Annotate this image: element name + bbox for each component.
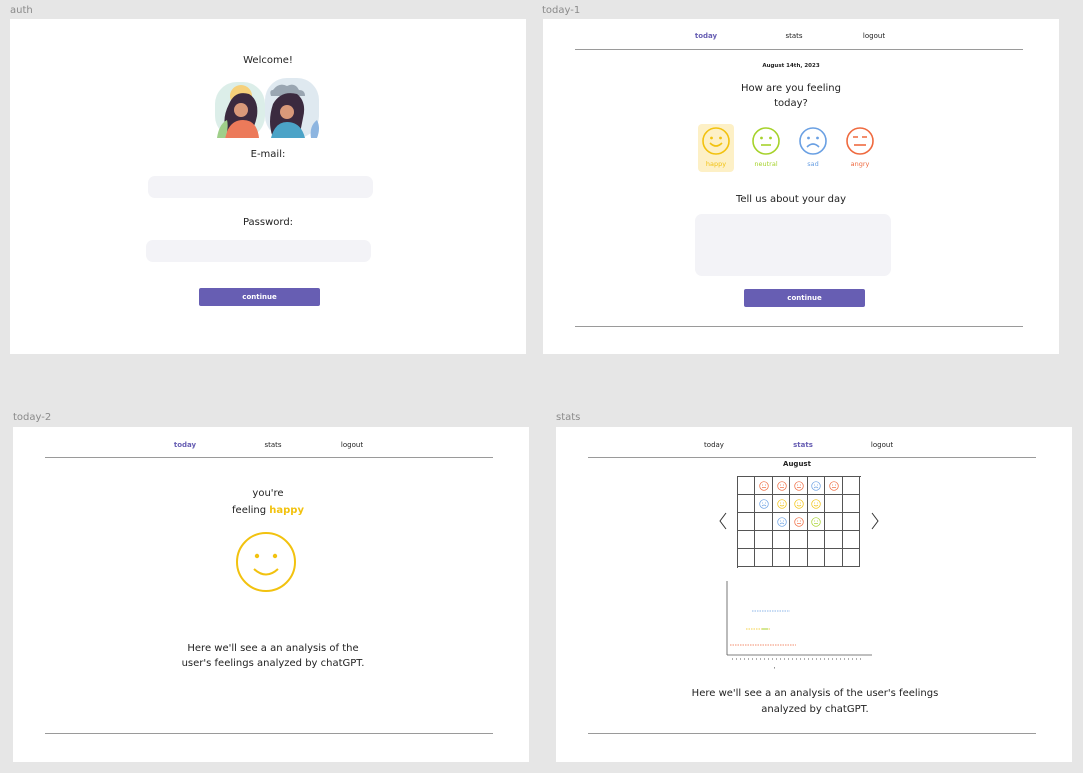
calendar-day-cell[interactable] [755,513,773,531]
email-input[interactable] [148,176,373,198]
sad-face-icon [811,481,822,491]
month-title: August [783,460,811,468]
angry-face-icon [776,481,787,491]
nav-logout[interactable]: logout [863,32,885,40]
happy-face-icon [794,499,804,509]
calendar-day-cell[interactable] [790,531,808,549]
calendar-day-cell[interactable] [772,549,791,567]
email-label: E-mail: [250,149,286,160]
feeling-mood: happy [269,505,304,516]
neutral-face-icon [752,127,780,155]
happy-face-icon [236,532,296,592]
nav-stats[interactable]: stats [793,441,813,449]
header-divider [45,457,493,458]
calendar-day-cell[interactable] [755,531,773,549]
mood-happy-option[interactable]: happy [698,124,734,172]
nav-today[interactable]: today [704,441,724,449]
footer-divider [575,326,1023,327]
sad-face-icon [799,127,827,155]
password-input[interactable] [146,240,371,262]
chevron-right-icon[interactable] [870,511,880,531]
question-line-2: today? [774,98,808,109]
analysis-line-1: Here we'll see a an analysis of the user… [691,688,939,699]
sad-face-icon [759,499,769,509]
calendar-day-cell[interactable] [738,513,756,531]
day-description-textarea[interactable] [695,214,891,276]
calendar-day-cell[interactable] [772,531,791,549]
mood-angry-option[interactable]: angry [842,124,878,172]
calendar-day-cell[interactable] [755,549,773,567]
angry-face-icon [829,481,839,491]
stats-frame: today stats logout August Here we'll see… [556,427,1072,762]
neutral-face-icon [811,517,822,527]
calendar-day-cell[interactable] [825,513,843,531]
calendar-grid [737,476,861,568]
frame-label-today-1: today-1 [542,5,581,16]
calendar-day-cell[interactable] [807,531,826,549]
nav-logout[interactable]: logout [871,441,893,449]
question-line-1: How are you feeling [741,83,841,94]
welcome-heading: Welcome! [243,55,293,66]
chevron-left-icon[interactable] [718,511,728,531]
header-divider [575,49,1023,50]
mood-history-chart [726,581,872,669]
today-1-frame: today stats logout August 14th, 2023 How… [543,19,1059,354]
analysis-line-1: Here we'll see a an analysis of the [187,643,359,654]
calendar-day-cell[interactable] [738,531,756,549]
nav-stats[interactable]: stats [264,441,281,449]
mood-label-angry: angry [850,160,870,168]
calendar-day-cell[interactable] [842,513,860,531]
footer-divider [588,733,1036,734]
calendar-day-cell[interactable] [738,477,756,495]
auth-frame: Welcome! E-mail: Password: continue [10,19,526,354]
continue-button[interactable]: continue [199,288,320,306]
calendar-day-cell[interactable] [842,477,860,495]
frame-label-stats: stats [556,412,581,423]
happy-face-icon [776,499,787,509]
calendar-day-cell[interactable] [842,495,860,513]
mood-label-sad: sad [807,160,819,168]
calendar-day-cell[interactable] [807,549,826,567]
password-label: Password: [242,217,294,228]
analysis-line-2: user's feelings analyzed by chatGPT. [181,658,365,669]
calendar-day-cell[interactable] [790,549,808,567]
today-2-frame: today stats logout you're feeling happy … [13,427,529,762]
youre-label: you're [252,488,284,499]
nav-logout[interactable]: logout [341,441,363,449]
date-label: August 14th, 2023 [762,63,820,69]
analysis-line-2: analyzed by chatGPT. [761,704,869,715]
welcome-illustration [215,78,319,138]
mood-sad-option[interactable]: sad [795,124,831,172]
nav-today[interactable]: today [695,32,717,40]
frame-label-auth: auth [10,5,33,16]
feeling-label: feeling [232,505,267,516]
mood-label-neutral: neutral [754,160,778,168]
calendar-day-cell[interactable] [825,549,843,567]
mood-label-happy: happy [705,160,727,168]
angry-face-icon [846,127,874,155]
tell-us-label: Tell us about your day [735,194,847,205]
angry-face-icon [794,517,804,527]
sad-face-icon [776,517,787,527]
happy-face-icon [811,499,822,509]
header-divider [588,457,1036,458]
frame-label-today-2: today-2 [13,412,52,423]
nav-stats[interactable]: stats [785,32,802,40]
calendar-day-cell[interactable] [842,531,860,549]
angry-face-icon [759,481,769,491]
calendar-day-cell[interactable] [825,531,843,549]
calendar-day-cell[interactable] [825,495,843,513]
angry-face-icon [794,481,804,491]
happy-face-icon [702,127,730,155]
nav-today[interactable]: today [174,441,196,449]
continue-button[interactable]: continue [744,289,865,307]
mood-neutral-option[interactable]: neutral [748,124,784,172]
feeling-line: feeling happy [13,505,523,516]
calendar-day-cell[interactable] [738,549,756,567]
footer-divider [45,733,493,734]
calendar-day-cell[interactable] [842,549,860,567]
x-tick-marks [732,658,861,669]
calendar-day-cell[interactable] [738,495,756,513]
